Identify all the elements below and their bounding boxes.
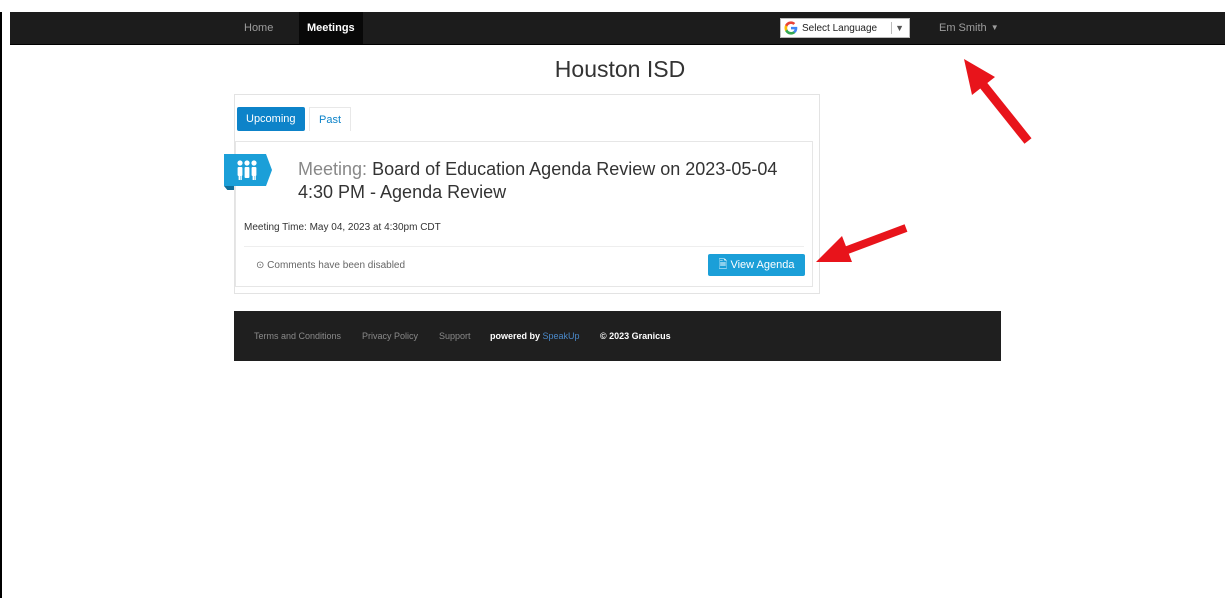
footer-privacy-link[interactable]: Privacy Policy	[362, 311, 418, 361]
meeting-prefix: Meeting:	[298, 159, 368, 179]
comments-text: Comments have been disabled	[267, 260, 406, 271]
page-title: Houston ISD	[554, 56, 686, 82]
comments-status: ⊙ Comments have been disabled	[256, 260, 405, 271]
tab-upcoming[interactable]: Upcoming	[237, 107, 305, 131]
footer-copyright: © 2023 Granicus	[600, 331, 671, 341]
speakup-link[interactable]: SpeakUp	[543, 331, 580, 341]
meeting-time: Meeting Time: May 04, 2023 at 4:30pm CDT	[244, 222, 441, 233]
meeting-card: Meeting: Board of Education Agenda Revie…	[224, 141, 813, 287]
language-label: Select Language	[802, 22, 878, 34]
meeting-title-text: Board of Education Agenda Review on 2023…	[298, 159, 778, 202]
divider	[244, 246, 804, 247]
clock-icon: ⊙	[256, 260, 265, 271]
user-menu[interactable]: Em Smith ▼	[939, 12, 999, 44]
tab-past[interactable]: Past	[309, 107, 352, 131]
window-frame	[0, 0, 1225, 598]
language-caret-icon: ▼	[895, 23, 904, 33]
nav-meetings[interactable]: Meetings	[299, 12, 363, 44]
meetings-panel: Upcoming Past Meeting: Board of Educatio…	[224, 94, 820, 294]
view-agenda-button[interactable]: 🗎 View Agenda	[708, 254, 805, 276]
footer-terms-link[interactable]: Terms and Conditions	[254, 311, 341, 361]
meeting-title[interactable]: Meeting: Board of Education Agenda Revie…	[298, 158, 803, 204]
powered-by-text: powered by	[490, 331, 541, 341]
chevron-down-icon: ▼	[990, 23, 999, 32]
google-icon	[784, 21, 798, 35]
document-icon: 🗎	[718, 259, 728, 271]
user-name: Em Smith	[939, 22, 987, 34]
footer-powered-by: powered by SpeakUp	[490, 311, 580, 361]
top-band	[0, 0, 1225, 12]
annotation-arrow-agenda	[816, 224, 908, 262]
footer: Terms and Conditions Privacy Policy Supp…	[234, 311, 1001, 361]
view-agenda-label: View Agenda	[730, 259, 795, 271]
language-divider	[891, 22, 893, 34]
annotation-arrow-user	[964, 59, 1032, 144]
footer-support-link[interactable]: Support	[439, 311, 471, 361]
top-navbar: Home Meetings Select Language ▼ Em Smith…	[10, 12, 1225, 45]
language-select[interactable]: Select Language ▼	[780, 18, 910, 38]
nav-home[interactable]: Home	[244, 12, 273, 44]
people-icon	[224, 154, 272, 190]
